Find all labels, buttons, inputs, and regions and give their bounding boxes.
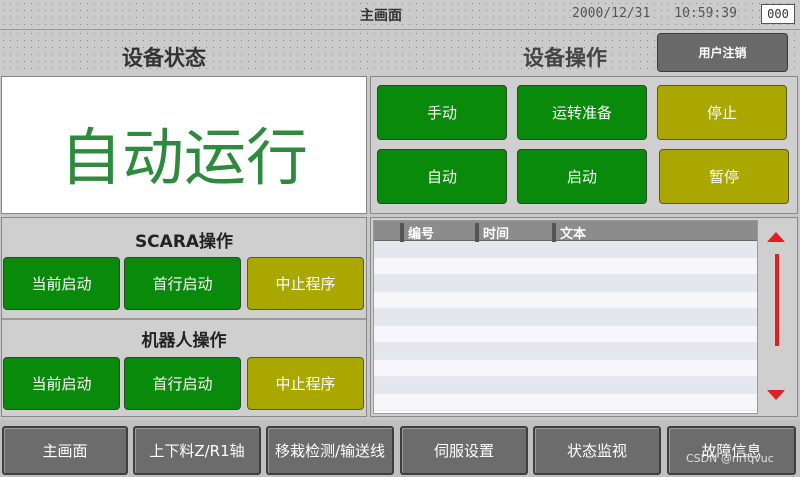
table-row[interactable] <box>374 241 757 258</box>
log-rows <box>374 241 757 411</box>
auto-button[interactable]: 自动 <box>377 149 507 204</box>
column-header-text[interactable]: 文本 <box>552 223 586 242</box>
robot-current-start-button[interactable]: 当前启动 <box>3 357 120 410</box>
title-bar: 主画面 2000/12/31 10:59:39 000 <box>0 0 800 30</box>
scara-abort-program-button[interactable]: 中止程序 <box>247 257 364 310</box>
scara-current-start-button[interactable]: 当前启动 <box>3 257 120 310</box>
watermark: CSDN @nrfqvuc <box>686 452 774 465</box>
section-divider <box>2 318 366 320</box>
scrollbar-thumb[interactable] <box>775 254 779 346</box>
time-readout: 10:59:39 <box>674 6 737 21</box>
nav-servo-settings-button[interactable]: 伺服设置 <box>400 426 528 475</box>
run-status-text: 自动运行 <box>59 121 308 194</box>
robot-abort-program-button[interactable]: 中止程序 <box>247 357 364 410</box>
counter-readout: 000 <box>761 4 795 24</box>
stop-button[interactable]: 停止 <box>657 85 787 140</box>
program-operation-panel: SCARA操作 当前启动 首行启动 中止程序 机器人操作 当前启动 首行启动 中… <box>1 217 367 417</box>
start-button[interactable]: 启动 <box>517 149 647 204</box>
date-readout: 2000/12/31 <box>572 6 651 21</box>
alarm-log-table[interactable]: 编号 时间 文本 <box>373 220 758 414</box>
device-operation-heading: 设备操作 <box>523 46 607 70</box>
device-status-panel: 自动运行 <box>1 76 367 214</box>
table-row[interactable] <box>374 377 757 394</box>
robot-first-line-start-button[interactable]: 首行启动 <box>124 357 241 410</box>
device-status-heading: 设备状态 <box>122 46 206 70</box>
table-row[interactable] <box>374 360 757 377</box>
log-table-header: 编号 时间 文本 <box>374 221 757 242</box>
device-operation-panel: 手动 运转准备 停止 自动 启动 暂停 <box>370 76 798 214</box>
screen-title: 主画面 <box>360 8 402 24</box>
table-row[interactable] <box>374 343 757 360</box>
table-row[interactable] <box>374 309 757 326</box>
pause-button[interactable]: 暂停 <box>659 149 789 204</box>
nav-fault-info-button[interactable]: 故障信息 <box>667 426 796 475</box>
date-time-display: 2000/12/31 10:59:39 <box>572 6 737 21</box>
logout-button[interactable]: 用户注销 <box>657 33 788 72</box>
column-header-time[interactable]: 时间 <box>475 223 509 242</box>
nav-loading-axis-button[interactable]: 上下料Z/R1轴 <box>133 426 261 475</box>
table-row[interactable] <box>374 292 757 309</box>
nav-transplant-conveyor-button[interactable]: 移栽检测/输送线 <box>266 426 394 475</box>
ready-button[interactable]: 运转准备 <box>517 85 647 140</box>
nav-status-monitor-button[interactable]: 状态监视 <box>533 426 661 475</box>
table-row[interactable] <box>374 394 757 411</box>
table-row[interactable] <box>374 258 757 275</box>
scara-section-title: SCARA操作 <box>134 232 234 252</box>
bottom-navigation: 主画面 上下料Z/R1轴 移栽检测/输送线 伺服设置 状态监视 故障信息 <box>0 420 800 477</box>
table-row[interactable] <box>374 275 757 292</box>
robot-section-title: 机器人操作 <box>141 331 227 351</box>
table-row[interactable] <box>374 326 757 343</box>
manual-button[interactable]: 手动 <box>377 85 507 140</box>
column-header-number[interactable]: 编号 <box>400 223 434 242</box>
scroll-down-arrow-icon[interactable] <box>767 390 785 400</box>
scroll-up-arrow-icon[interactable] <box>767 232 785 242</box>
nav-main-screen-button[interactable]: 主画面 <box>2 426 128 475</box>
alarm-log-panel: 编号 时间 文本 <box>370 217 798 417</box>
scara-first-line-start-button[interactable]: 首行启动 <box>124 257 241 310</box>
